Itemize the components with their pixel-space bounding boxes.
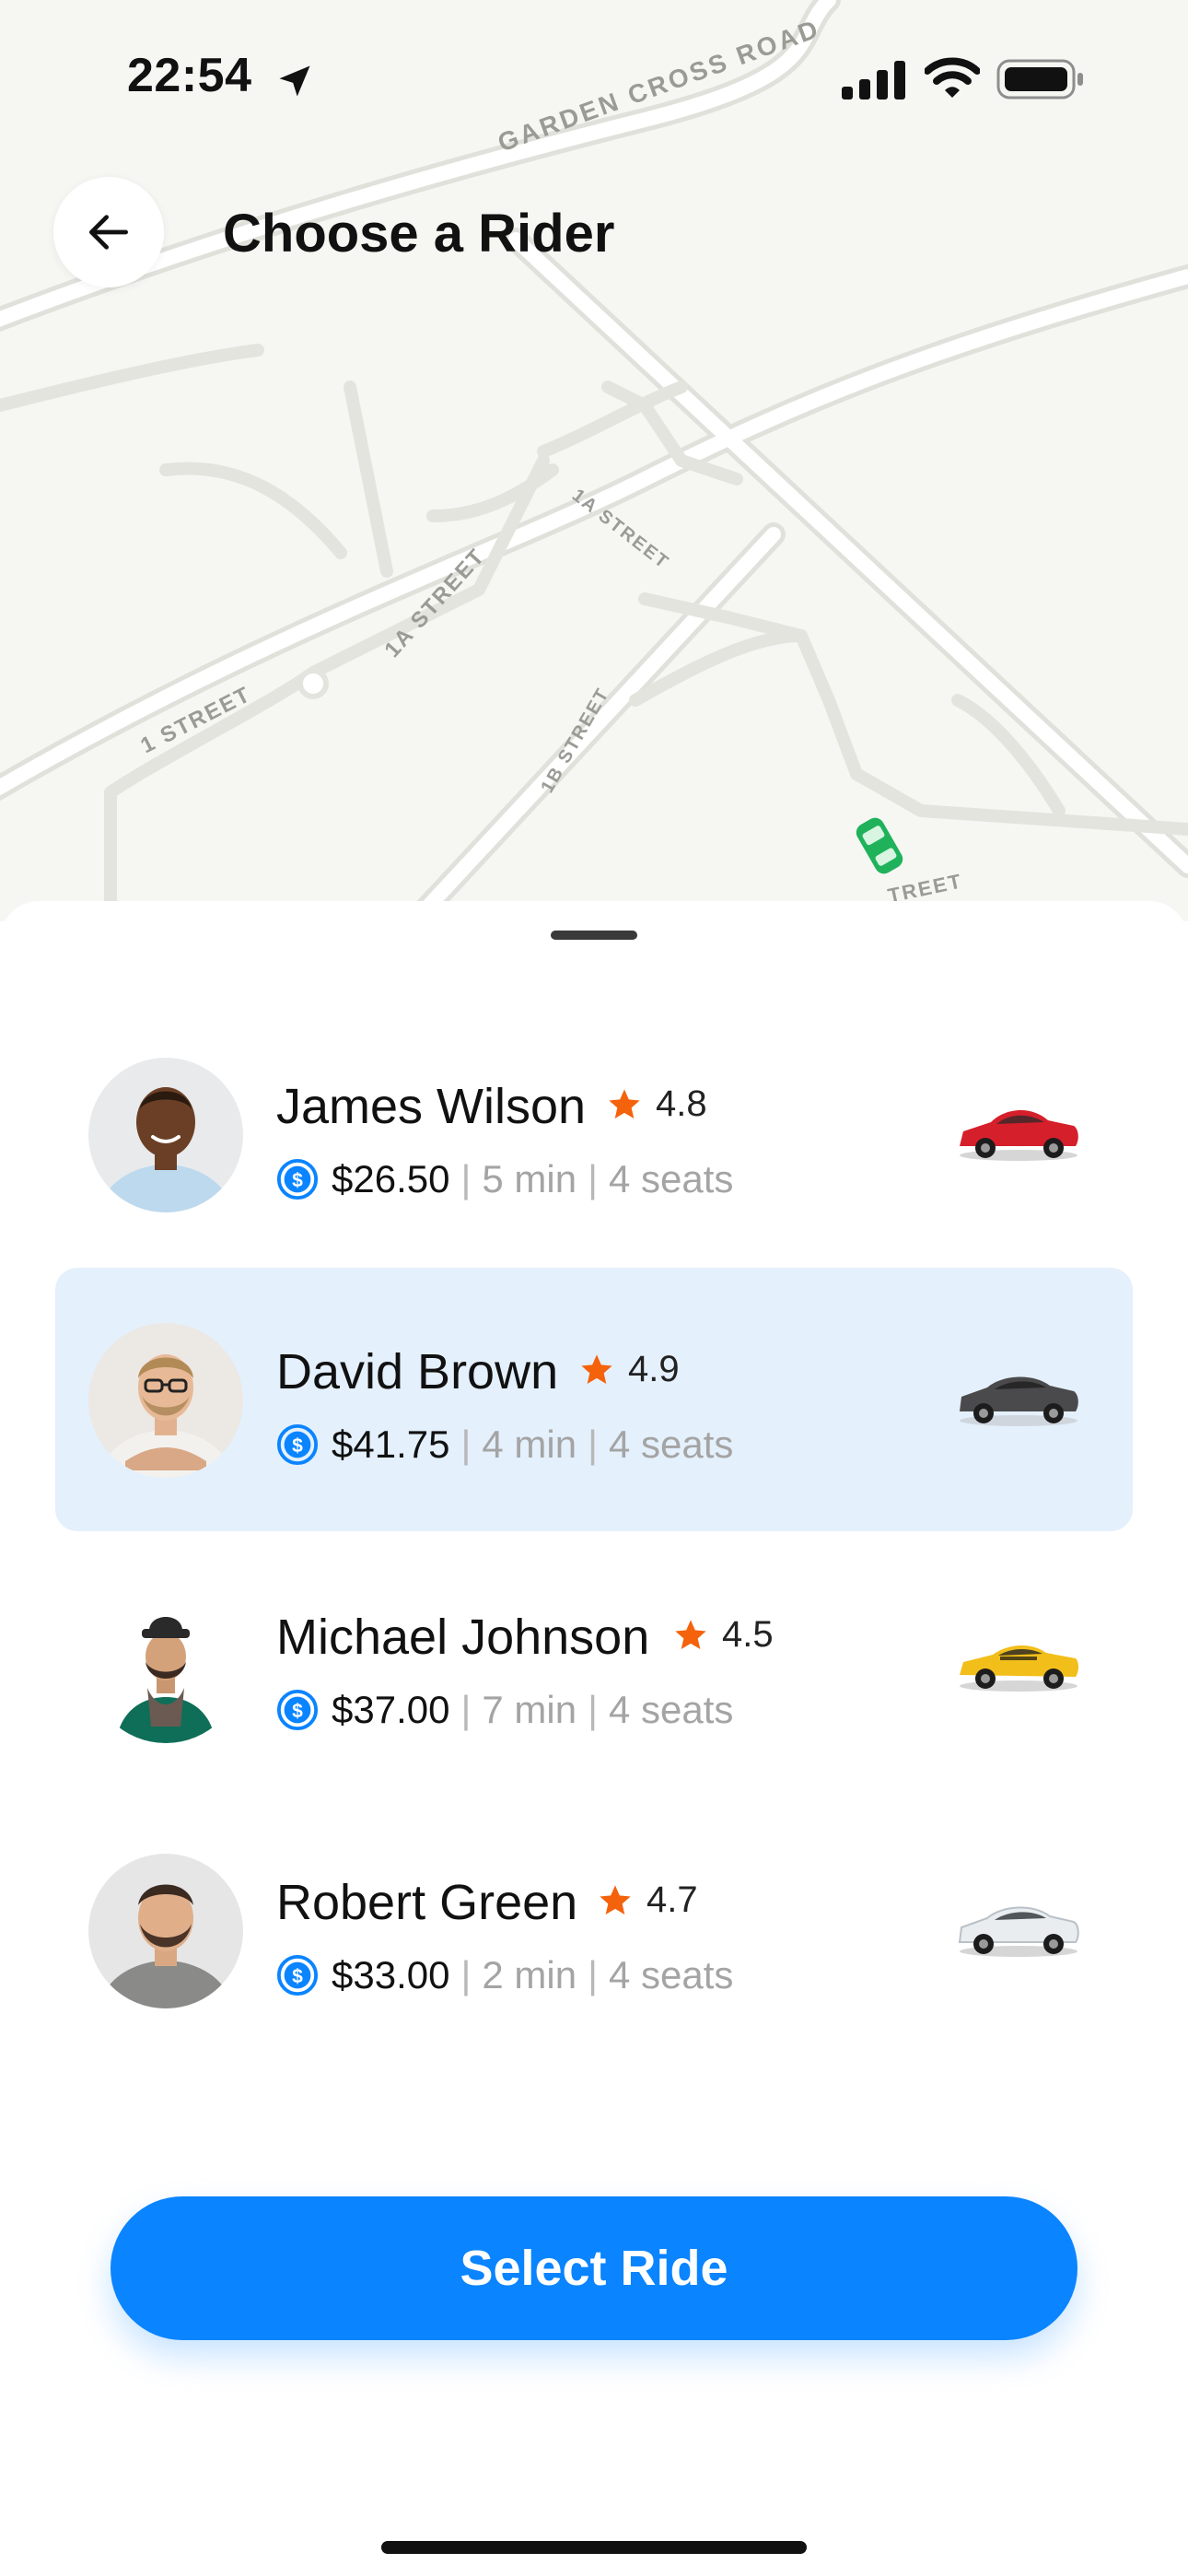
rider-meta: $ $26.50 | 5 min | 4 seats	[276, 1157, 733, 1201]
arrow-left-icon	[89, 215, 129, 250]
car-thumbnail	[960, 1645, 1078, 1692]
meta-separator: |	[460, 1688, 472, 1731]
cellular-signal-icon	[842, 61, 905, 100]
eta: 5 min	[482, 1157, 577, 1200]
rating-value: 4.7	[646, 1879, 698, 1920]
rider-row-david-brown[interactable]: David Brown 4.9 $ $41.75 | 4 min | 4 sea…	[55, 1268, 1133, 1531]
rider-rating: 4.8	[606, 1083, 707, 1125]
rider-rating: 4.9	[578, 1349, 680, 1390]
svg-text:$: $	[292, 1966, 303, 1987]
rider-rating: 4.7	[597, 1879, 698, 1921]
rider-name: Robert Green	[276, 1875, 578, 1930]
back-button[interactable]	[53, 177, 164, 287]
dollar-coin-icon: $	[276, 1954, 319, 1996]
rider-name: James Wilson	[276, 1079, 587, 1134]
meta-separator: |	[588, 1953, 599, 1996]
rider-meta: $ $41.75 | 4 min | 4 seats	[276, 1423, 733, 1467]
ride-price: $41.75	[332, 1423, 450, 1466]
map-label-garden-cross-road: GARDEN CROSS ROAD	[494, 14, 823, 158]
home-indicator	[381, 2541, 807, 2554]
car-thumbnail	[960, 1109, 1078, 1161]
dollar-coin-icon: $	[276, 1158, 319, 1200]
star-icon	[675, 1619, 706, 1649]
avatar-robert-green	[88, 1854, 243, 2008]
meta-separator: |	[460, 1423, 472, 1466]
rider-row-james-wilson[interactable]: James Wilson 4.8 $ $26.50 | 5 min | 4 se…	[55, 1002, 1133, 1266]
status-time: 22:54	[127, 49, 252, 102]
ride-price: $26.50	[332, 1157, 450, 1200]
avatar-david-brown	[88, 1323, 243, 1478]
rider-name: Michael Johnson	[276, 1610, 650, 1665]
svg-text:$: $	[292, 1435, 303, 1457]
rider-row-michael-johnson[interactable]: Michael Johnson 4.5 $ $37.00 | 7 min | 4…	[55, 1533, 1133, 1797]
seats: 4 seats	[609, 1423, 734, 1466]
seats: 4 seats	[609, 1688, 734, 1731]
avatar-james-wilson	[88, 1058, 243, 1212]
screen: GARDEN CROSS ROAD 1A STREET 1A STREET 1 …	[0, 0, 1188, 2576]
car-thumbnail	[958, 1906, 1079, 1957]
map-view[interactable]: GARDEN CROSS ROAD 1A STREET 1A STREET 1 …	[0, 0, 1188, 921]
rating-value: 4.9	[628, 1349, 680, 1389]
eta: 7 min	[482, 1688, 577, 1731]
rider-rating: 4.5	[672, 1614, 774, 1656]
meta-separator: |	[460, 1157, 472, 1200]
star-icon	[609, 1088, 640, 1118]
seats: 4 seats	[609, 1157, 734, 1200]
map-canvas: GARDEN CROSS ROAD 1A STREET 1A STREET 1 …	[0, 0, 1188, 921]
sheet-drag-handle[interactable]	[551, 931, 637, 940]
wifi-icon	[925, 57, 980, 98]
svg-text:$: $	[292, 1701, 303, 1722]
rider-name: David Brown	[276, 1344, 559, 1399]
location-arrow-icon	[279, 65, 310, 97]
star-icon	[600, 1884, 631, 1914]
rider-row-robert-green[interactable]: Robert Green 4.7 $ $33.00 | 2 min | 4 se…	[55, 1798, 1133, 2062]
select-ride-button[interactable]: Select Ride	[111, 2196, 1077, 2340]
rating-value: 4.8	[656, 1083, 707, 1124]
meta-separator: |	[588, 1157, 599, 1200]
eta: 2 min	[482, 1953, 577, 1996]
ride-price: $37.00	[332, 1688, 450, 1731]
map-label-1b-street: 1B STREET	[537, 685, 613, 797]
ride-price: $33.00	[332, 1953, 450, 1996]
car-location-marker	[856, 817, 903, 874]
rating-value: 4.5	[722, 1614, 774, 1655]
meta-separator: |	[588, 1423, 599, 1466]
meta-separator: |	[588, 1688, 599, 1731]
battery-icon	[996, 59, 1083, 100]
car-thumbnail	[960, 1376, 1078, 1426]
seats: 4 seats	[609, 1953, 734, 1996]
rider-meta: $ $33.00 | 2 min | 4 seats	[276, 1953, 733, 1997]
dollar-coin-icon: $	[276, 1423, 319, 1466]
eta: 4 min	[482, 1423, 577, 1466]
dollar-coin-icon: $	[276, 1689, 319, 1731]
rider-meta: $ $37.00 | 7 min | 4 seats	[276, 1688, 733, 1732]
meta-separator: |	[460, 1953, 472, 1996]
star-icon	[581, 1353, 612, 1384]
page-title: Choose a Rider	[223, 204, 615, 263]
avatar-michael-johnson	[88, 1588, 243, 1743]
svg-text:$: $	[292, 1170, 303, 1191]
